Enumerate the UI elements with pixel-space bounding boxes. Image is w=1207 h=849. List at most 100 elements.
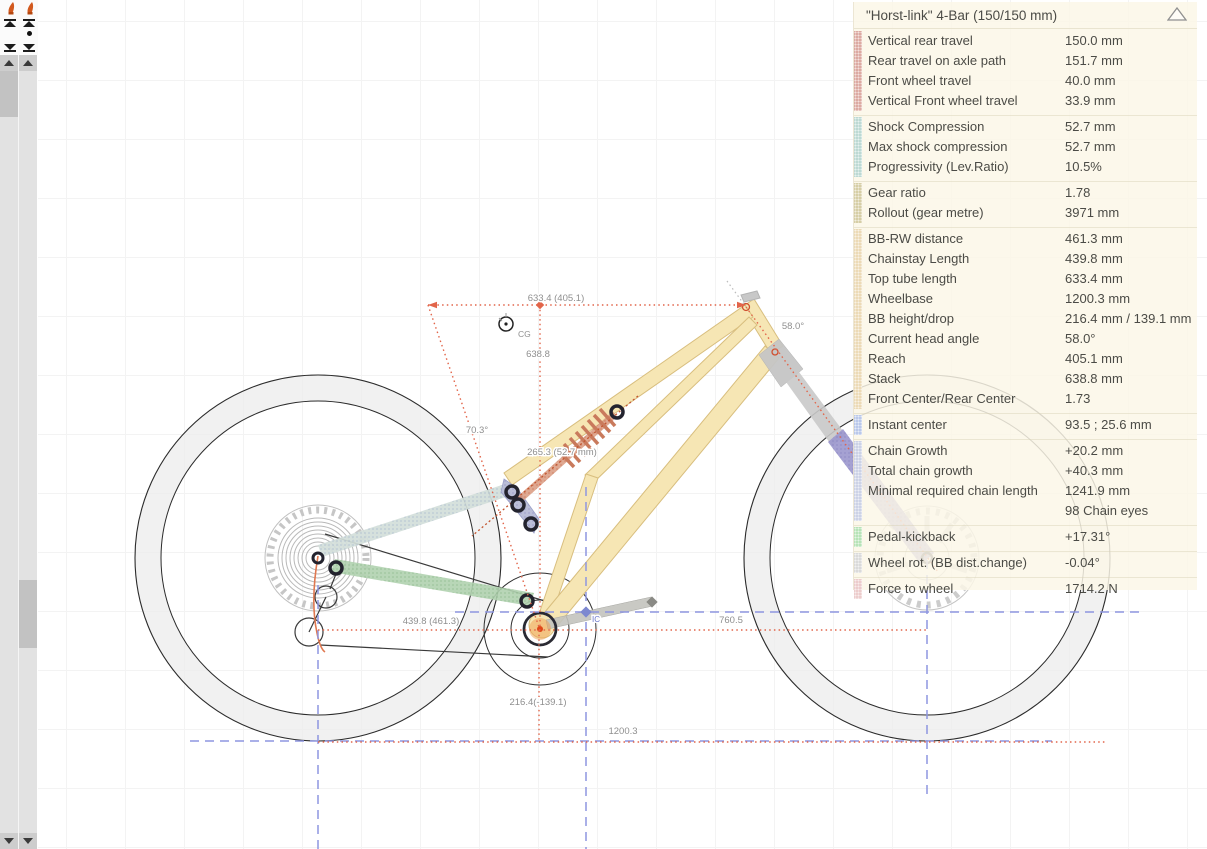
row-label: Chainstay Length xyxy=(862,249,1065,269)
panel-section: Vertical rear travel150.0 mmRear travel … xyxy=(854,30,1197,112)
row-value: 1241.9 mm xyxy=(1065,481,1197,501)
row-label: Rollout (gear metre) xyxy=(862,203,1065,223)
scroll-down-icon[interactable] xyxy=(19,833,37,849)
row-label: Force to wheel xyxy=(862,579,1065,599)
front-travel-scrollbar[interactable] xyxy=(19,55,37,849)
rear-travel-scrollbar[interactable] xyxy=(0,55,18,849)
collapse-panel-button[interactable] xyxy=(1167,7,1187,21)
row-label: Vertical rear travel xyxy=(862,31,1065,51)
row-value: 33.9 mm xyxy=(1065,91,1197,111)
rear-travel-control[interactable] xyxy=(1,0,19,55)
panel-row: BB-RW distance461.3 mm xyxy=(862,229,1197,249)
label-top-tube: 633.4 (405.1) xyxy=(528,293,585,304)
row-label: Wheelbase xyxy=(862,289,1065,309)
panel-row: Reach405.1 mm xyxy=(862,349,1197,369)
front-travel-scrollbar-thumb[interactable] xyxy=(19,580,37,648)
row-value: 461.3 mm xyxy=(1065,229,1197,249)
panel-row: Max shock compression52.7 mm xyxy=(862,137,1197,157)
label-shock-length: 265.3 (52.7 mm) xyxy=(527,447,597,458)
panel-section: Pedal-kickback+17.31° xyxy=(854,525,1197,548)
scroll-up-icon[interactable] xyxy=(0,55,18,71)
panel-section: Force to wheel1714.2 N xyxy=(854,577,1197,600)
row-label: Front Center/Rear Center xyxy=(862,389,1065,409)
row-label: Wheel rot. (BB dist.change) xyxy=(862,553,1065,573)
row-label: Total chain growth xyxy=(862,461,1065,481)
label-front-center: 760.5 xyxy=(719,615,743,626)
row-label: Shock Compression xyxy=(862,117,1065,137)
row-label: Reach xyxy=(862,349,1065,369)
panel-row: Current head angle58.0° xyxy=(862,329,1197,349)
panel-row: Vertical Front wheel travel33.9 mm xyxy=(862,91,1197,111)
cg-marker[interactable] xyxy=(499,313,513,331)
scroll-up-icon[interactable] xyxy=(19,55,37,71)
panel-section: Wheel rot. (BB dist.change)-0.04° xyxy=(854,551,1197,574)
row-value: 3971 mm xyxy=(1065,203,1197,223)
damper-icon xyxy=(5,1,17,15)
panel-sections: Vertical rear travel150.0 mmRear travel … xyxy=(854,30,1197,600)
panel-row: Force to wheel1714.2 N xyxy=(862,579,1197,599)
label-wheelbase: 1200.3 xyxy=(608,726,637,737)
linkage-app-window: { "panel": { "title": "\"Horst-link\" 4-… xyxy=(0,0,1207,849)
panel-row: Total chain growth+40.3 mm xyxy=(862,461,1197,481)
row-value: 216.4 mm / 139.1 mm xyxy=(1065,309,1197,329)
section-stripe xyxy=(854,579,862,599)
row-label: Current head angle xyxy=(862,329,1065,349)
panel-row: BB height/drop216.4 mm / 139.1 mm xyxy=(862,309,1197,329)
section-stripe xyxy=(854,553,862,573)
label-cg: CG xyxy=(518,329,531,339)
top-limit-icon xyxy=(4,19,16,27)
row-value: 1.78 xyxy=(1065,183,1197,203)
label-bb-height: 216.4(-139.1) xyxy=(509,697,566,708)
row-label: BB-RW distance xyxy=(862,229,1065,249)
row-value: 52.7 mm xyxy=(1065,117,1197,137)
front-travel-control[interactable] xyxy=(20,0,38,55)
section-stripe xyxy=(854,527,862,547)
panel-row: Chainstay Length439.8 mm xyxy=(862,249,1197,269)
panel-section: Chain Growth+20.2 mmTotal chain growth+4… xyxy=(854,439,1197,522)
row-value: 638.8 mm xyxy=(1065,369,1197,389)
row-value: -0.04° xyxy=(1065,553,1197,573)
panel-section: Instant center93.5 ; 25.6 mm xyxy=(854,413,1197,436)
row-label: Pedal-kickback xyxy=(862,527,1065,547)
row-label: Max shock compression xyxy=(862,137,1065,157)
panel-row: Front Center/Rear Center1.73 xyxy=(862,389,1197,409)
row-value: 1714.2 N xyxy=(1065,579,1197,599)
section-stripe xyxy=(854,415,862,435)
rear-travel-scrollbar-thumb[interactable] xyxy=(0,71,18,117)
bottom-limit-icon xyxy=(4,44,16,52)
panel-row: Minimal required chain length1241.9 mm xyxy=(862,481,1197,501)
section-stripe xyxy=(854,183,862,223)
row-value: 150.0 mm xyxy=(1065,31,1197,51)
panel-row: Shock Compression52.7 mm xyxy=(862,117,1197,137)
panel-row: Rollout (gear metre)3971 mm xyxy=(862,203,1197,223)
label-seat-angle: 70.3° xyxy=(466,425,488,436)
label-chainstay: 439.8 (461.3) xyxy=(403,616,460,627)
row-value: 40.0 mm xyxy=(1065,71,1197,91)
results-panel: "Horst-link" 4-Bar (150/150 mm) Vertical… xyxy=(853,2,1197,590)
triangle-up-icon xyxy=(1168,8,1186,20)
row-label xyxy=(862,501,1065,521)
row-label: Minimal required chain length xyxy=(862,481,1065,501)
row-label: Top tube length xyxy=(862,269,1065,289)
scroll-down-icon[interactable] xyxy=(0,833,18,849)
panel-section: Gear ratio1.78Rollout (gear metre)3971 m… xyxy=(854,181,1197,224)
panel-row: Instant center93.5 ; 25.6 mm xyxy=(862,415,1197,435)
row-label: Stack xyxy=(862,369,1065,389)
section-stripe xyxy=(854,31,862,111)
travel-slider-header xyxy=(0,0,38,55)
panel-title: "Horst-link" 4-Bar (150/150 mm) xyxy=(854,2,1197,29)
row-label: BB height/drop xyxy=(862,309,1065,329)
section-stripe xyxy=(854,229,862,409)
row-label: Gear ratio xyxy=(862,183,1065,203)
panel-row: Gear ratio1.78 xyxy=(862,183,1197,203)
panel-row: 98 Chain eyes xyxy=(862,501,1197,521)
row-value: 151.7 mm xyxy=(1065,51,1197,71)
panel-section: Shock Compression52.7 mmMax shock compre… xyxy=(854,115,1197,178)
row-label: Progressivity (Lev.Ratio) xyxy=(862,157,1065,177)
section-stripe xyxy=(854,441,862,521)
row-label: Rear travel on axle path xyxy=(862,51,1065,71)
row-value: 58.0° xyxy=(1065,329,1197,349)
slider-position-dot xyxy=(27,31,32,36)
row-value: +17.31° xyxy=(1065,527,1197,547)
section-stripe xyxy=(854,117,862,177)
